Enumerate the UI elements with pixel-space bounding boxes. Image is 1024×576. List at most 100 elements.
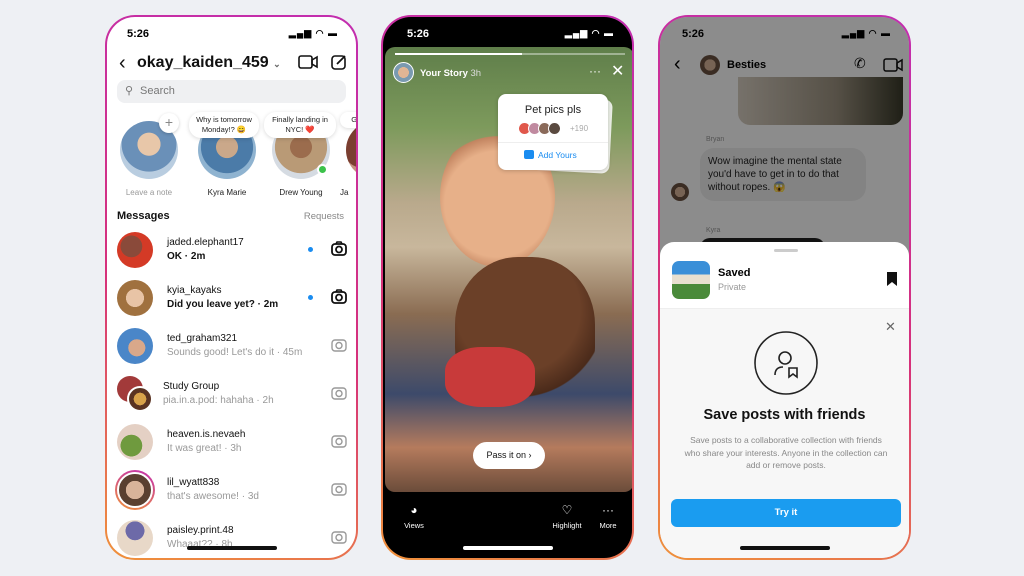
messages-heading: Messages [117,210,170,222]
thread-name: ted_graham321 [167,333,238,344]
group-avatar-front [127,386,153,412]
note-name: Ja [340,188,349,197]
highlight-label: Highlight [552,521,582,530]
camera-icon[interactable] [330,432,348,450]
more-icon: ··· [602,503,614,517]
note-name: Leave a note [125,188,173,197]
search-input[interactable]: ⚲ Search [117,80,346,103]
participant-avatars [518,122,561,135]
close-icon[interactable]: ✕ [885,319,896,335]
avatar [117,472,153,508]
thread-row[interactable]: ted_graham321 Sounds good! Let's do it · … [107,324,356,368]
search-placeholder: Search [140,85,175,97]
bandana [445,347,535,407]
thread-row[interactable]: heaven.is.nevaeh It was great! · 3h [107,420,356,464]
more-button[interactable]: ··· More [595,503,621,530]
thread-preview: Sounds good! Let's do it · 45m [167,347,303,358]
avatar [117,328,153,364]
thread-preview: that's awesome! · 3d [167,491,259,502]
add-note-plus-icon[interactable]: + [159,113,179,133]
promo-description: Save posts to a collaborative collection… [684,435,888,470]
add-yours-button[interactable]: Add Yours [524,150,577,160]
camera-icon [524,150,534,159]
collection-thumbnail [672,261,710,299]
thread-preview: It was great! · 3h [167,443,242,454]
collection-privacy: Private [718,282,747,292]
thread-name: paisley.print.48 [167,525,234,536]
status-icons: ▂▄▆ ◠ ▬ [564,28,614,38]
camera-icon[interactable] [330,480,348,498]
home-indicator [186,546,277,550]
views-label: Views [404,521,424,530]
home-indicator [462,546,553,550]
story-progress-fill [395,53,522,55]
phone-inbox: 5:26 ▂▄▆ ◠ ▬ ‹ okay_kaiden_459 ⌄ ⚲ Searc… [105,15,358,560]
avatar [548,122,561,135]
thread-preview: Did you leave yet? · 2m [167,299,279,310]
chat-screen: 5:26 ▂▄▆ ◠ ▬ ‹ Besties ✆ Bryan Wow imagi… [660,17,909,558]
account-switcher[interactable]: okay_kaiden_459 ⌄ [137,54,281,72]
camera-icon[interactable] [330,288,348,306]
status-icons: ▂▄▆ ◠ ▬ [288,28,338,38]
note-bubble[interactable]: Ga w [340,112,356,128]
thread-row[interactable]: kyia_kayaks Did you leave yet? · 2m [107,276,356,320]
camera-icon[interactable] [330,336,348,354]
compose-icon[interactable] [331,54,347,70]
sheet-grabber[interactable] [774,249,798,252]
avatar [117,280,153,316]
home-indicator [739,546,830,550]
requests-link[interactable]: Requests [304,211,344,222]
promo-heading: Save posts with friends [703,407,866,423]
unread-dot [308,295,313,300]
camera-icon[interactable] [330,528,348,546]
story-owner: Your Story 3h [420,68,481,79]
unread-dot [308,247,313,252]
close-icon[interactable]: ✕ [611,61,624,81]
more-label: More [599,521,617,530]
pass-it-on-label: Pass it on [486,450,527,460]
thread-row[interactable]: paisley.print.48 Whaaat?? · 8h [107,516,356,558]
thread-name: heaven.is.nevaeh [167,429,246,440]
avatar [117,232,153,268]
thread-name: lil_wyatt838 [167,477,220,488]
chevron-down-icon: ⌄ [273,59,281,69]
collection-name: Saved [718,267,751,279]
story-owner-name: Your Story [420,68,468,79]
camera-icon[interactable] [330,384,348,402]
views-button[interactable]: ◕ Views [401,503,427,530]
inbox-screen: 5:26 ▂▄▆ ◠ ▬ ‹ okay_kaiden_459 ⌄ ⚲ Searc… [107,17,356,558]
status-time: 5:26 [127,28,150,40]
try-it-button[interactable]: Try it [671,499,901,527]
highlight-heart-icon: ♡ [561,503,573,517]
note-bubble[interactable]: Finally landing in NYC! ❤️ [264,112,336,138]
avatar [117,424,153,460]
thread-row[interactable]: jaded.elephant17 OK · 2m [107,228,356,272]
video-call-icon[interactable] [298,55,318,69]
story-owner-avatar[interactable] [393,62,414,83]
back-chevron-icon[interactable]: ‹ [119,52,126,75]
thread-preview: OK · 2m [167,251,206,262]
add-yours-sticker[interactable]: Pet pics pls +190 Add Yours [498,94,608,170]
sticker-title: Pet pics pls [524,104,582,116]
participant-count: +190 [570,124,589,133]
avatar [117,520,153,556]
phone-story: 5:26 ▂▄▆ ◠ ▬ Your Story 3h ··· ✕ Pet pic… [381,15,634,560]
thread-row[interactable]: lil_wyatt838 that's awesome! · 3d [107,468,356,512]
camera-icon[interactable] [330,240,348,258]
note-avatar-partial[interactable] [346,121,356,179]
thread-name: jaded.elephant17 [167,237,244,248]
story-progress-bar [395,53,625,55]
thread-name: kyia_kayaks [167,285,222,296]
thread-row[interactable]: Study Group pia.in.a.pod: hahaha · 2h [107,372,356,416]
account-title: okay_kaiden_459 [137,54,269,71]
note-bubble[interactable]: Why is tomorrow Monday!? 😄 [189,112,259,138]
pass-it-on-button[interactable]: Pass it on › [473,442,545,469]
divider [498,142,608,143]
search-icon: ⚲ [125,85,134,97]
highlight-button[interactable]: ♡ Highlight [549,503,585,530]
note-name: Drew Young [279,188,323,197]
collaborative-collection-icon [754,331,818,395]
more-options-icon[interactable]: ··· [589,64,601,78]
bottom-sheet: Saved Private ✕ Save posts with friends … [660,242,909,558]
bookmark-icon[interactable] [886,272,898,286]
